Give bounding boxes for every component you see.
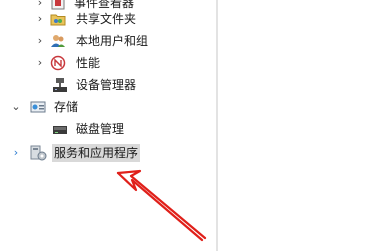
red-arrow-icon bbox=[116, 169, 207, 242]
